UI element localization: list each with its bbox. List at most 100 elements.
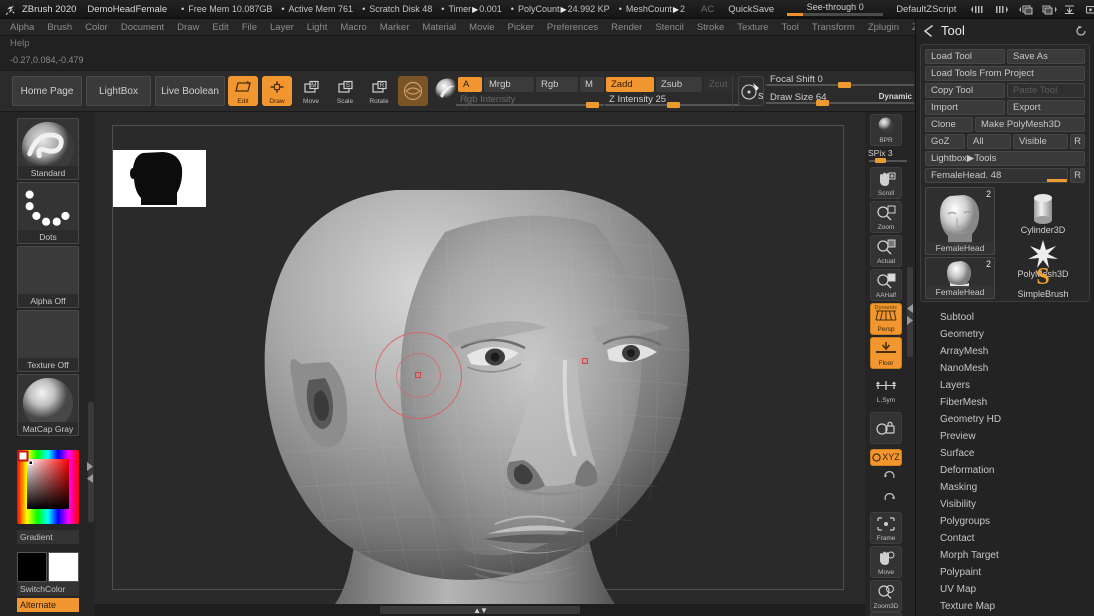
left-shelf-collapse-icon[interactable] (86, 460, 95, 486)
edit-button[interactable]: Edit (228, 76, 258, 106)
lightbox-button[interactable]: LightBox (86, 76, 151, 106)
subpalette-polypaint[interactable]: Polypaint (916, 564, 1094, 581)
menu-zplugin[interactable]: Zplugin (868, 22, 899, 33)
menu-macro[interactable]: Macro (340, 22, 366, 33)
minimize-icon[interactable] (1061, 3, 1078, 16)
texture-swatch[interactable]: Texture Off (17, 310, 79, 372)
spix-slider[interactable]: SPix 3 (867, 148, 909, 163)
shelf-right-icon[interactable] (991, 3, 1010, 16)
ac-button[interactable]: AC (701, 4, 714, 15)
canvas-scroll-thumb[interactable]: ▲▼ (380, 606, 580, 615)
menu-render[interactable]: Render (611, 22, 642, 33)
tool-icon-cylinder3d[interactable]: Cylinder3D (1001, 187, 1085, 235)
actual-button[interactable]: Actual (870, 235, 902, 267)
menu-brush[interactable]: Brush (47, 22, 72, 33)
menu-movie[interactable]: Movie (469, 22, 494, 33)
rgb-intensity-slider[interactable]: Rgb Intensity (456, 94, 604, 108)
right-strip-collapse-icon[interactable] (905, 302, 914, 328)
menu-preferences[interactable]: Preferences (547, 22, 598, 33)
import-button[interactable]: Import (925, 100, 1005, 115)
zcut-mode-button[interactable]: Zcut (704, 77, 742, 92)
refresh-icon[interactable] (1075, 25, 1087, 37)
alternate-button[interactable]: Alternate (17, 598, 79, 612)
goz-visible-button[interactable]: Visible (1013, 134, 1068, 149)
draw-button[interactable]: Draw (262, 76, 292, 106)
subpalette-contact[interactable]: Contact (916, 530, 1094, 547)
material-preview-button[interactable] (398, 76, 428, 106)
rotate-button[interactable]: R Rotate (364, 76, 394, 106)
zoom3d-button[interactable]: Zoom3D (870, 580, 902, 612)
export-button[interactable]: Export (1007, 100, 1085, 115)
subpalette-nanomesh[interactable]: NanoMesh (916, 360, 1094, 377)
subpalette-preview[interactable]: Preview (916, 428, 1094, 445)
dynamic-label[interactable]: Dynamic (879, 92, 912, 101)
z-intensity-knob[interactable] (667, 102, 680, 108)
clone-button[interactable]: Clone (925, 117, 973, 132)
tool-thumb-femalehead-2[interactable]: 2 FemaleHead (925, 257, 995, 299)
subpalette-layers[interactable]: Layers (916, 377, 1094, 394)
menu-material[interactable]: Material (422, 22, 456, 33)
save-as-button[interactable]: Save As (1007, 49, 1085, 64)
spix-knob[interactable] (875, 158, 886, 163)
menu-transform[interactable]: Transform (812, 22, 855, 33)
m-mode-button[interactable]: M (580, 77, 604, 92)
subpalette-geometry[interactable]: Geometry (916, 326, 1094, 343)
subpalette-visibility[interactable]: Visibility (916, 496, 1094, 513)
focal-shift-slider[interactable]: Focal Shift 0 (766, 74, 914, 88)
lightbox-tools-button[interactable]: Lightbox▶Tools (925, 151, 1085, 166)
subpalette-polygroups[interactable]: Polygroups (916, 513, 1094, 530)
menu-edit[interactable]: Edit (212, 22, 228, 33)
draw-size-slider[interactable]: Draw Size 64 Dynamic (766, 92, 914, 106)
xyz-button[interactable]: XYZ (870, 449, 902, 466)
rgb-mode-button[interactable]: Rgb (536, 77, 578, 92)
tool-thumb-femalehead-1[interactable]: 2 FemaleHead (925, 187, 995, 255)
floor-button[interactable]: Floor (870, 337, 902, 369)
window-arrange-left-icon[interactable] (1018, 3, 1037, 16)
subpalette-morph-target[interactable]: Morph Target (916, 547, 1094, 564)
zadd-mode-button[interactable]: Zadd (606, 77, 654, 92)
subpalette-masking[interactable]: Masking (916, 479, 1094, 496)
subpalette-arraymesh[interactable]: ArrayMesh (916, 343, 1094, 360)
subpalette-geometry-hd[interactable]: Geometry HD (916, 411, 1094, 428)
secondary-color-swatch[interactable] (48, 552, 79, 582)
move-button[interactable]: M Move (296, 76, 326, 106)
scroll-button[interactable]: Scroll (870, 167, 902, 199)
brush-swatch[interactable]: Standard (17, 118, 79, 180)
local-symmetry-button[interactable]: L.Sym (870, 374, 902, 406)
window-arrange-right-icon[interactable] (1039, 3, 1058, 16)
move-view-button[interactable]: Move (870, 546, 902, 578)
switch-color-button[interactable]: SwitchColor (17, 582, 79, 596)
menu-color[interactable]: Color (85, 22, 108, 33)
shelf-left-icon[interactable] (970, 3, 989, 16)
current-tool-r-button[interactable]: R (1070, 168, 1085, 183)
menu-file[interactable]: File (242, 22, 257, 33)
subpalette-deformation[interactable]: Deformation (916, 462, 1094, 479)
home-page-button[interactable]: Home Page (12, 76, 82, 106)
draw-size-knob[interactable] (816, 100, 829, 106)
load-tools-from-project-button[interactable]: Load Tools From Project (925, 66, 1085, 81)
color-picker[interactable] (17, 450, 79, 524)
rotate-z-button[interactable] (879, 491, 899, 507)
menu-alpha[interactable]: Alpha (10, 22, 34, 33)
make-polymesh3d-button[interactable]: Make PolyMesh3D (975, 117, 1085, 132)
back-chevron-icon[interactable] (922, 24, 935, 37)
canvas-scrollbar[interactable]: ▲▼ (95, 604, 865, 616)
help-link[interactable]: Help (10, 38, 30, 49)
live-boolean-button[interactable]: Live Boolean (155, 76, 225, 106)
alpha-thumbnail[interactable] (113, 150, 206, 207)
gradient-button[interactable]: Gradient (17, 530, 79, 544)
perspective-button[interactable]: Dynamic Persp (870, 303, 902, 335)
rotate3d-button[interactable] (870, 612, 902, 616)
zoom-button[interactable]: Zoom (870, 201, 902, 233)
menu-draw[interactable]: Draw (177, 22, 199, 33)
menu-marker[interactable]: Marker (380, 22, 410, 33)
aahalf-button[interactable]: AAHalf (870, 269, 902, 301)
canvas-scroll-arrows[interactable]: ▲▼ (473, 606, 488, 615)
primary-color-swatch[interactable] (17, 552, 47, 582)
subpalette-subtool[interactable]: Subtool (916, 309, 1094, 326)
load-tool-button[interactable]: Load Tool (925, 49, 1005, 64)
zscript-button[interactable]: DefaultZScript (896, 4, 956, 15)
tool-icon-simplebrush[interactable]: S SimpleBrush (1001, 257, 1085, 299)
scale-button[interactable]: S Scale (330, 76, 360, 106)
alpha-swatch[interactable]: Alpha Off (17, 246, 79, 308)
